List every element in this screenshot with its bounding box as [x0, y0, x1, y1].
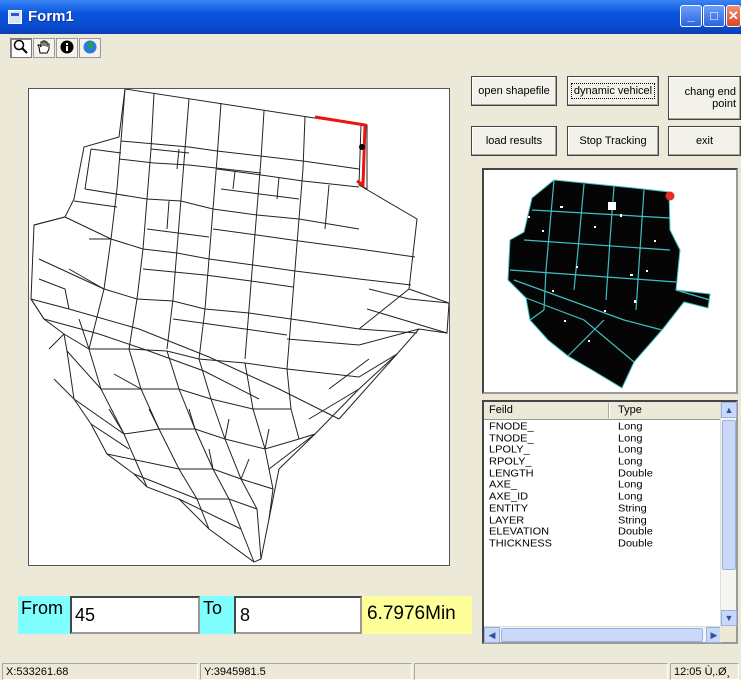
field-name: LPOLY_	[489, 444, 530, 456]
list-item[interactable]: ELEVATION Double	[484, 526, 722, 538]
stop-tracking-button[interactable]: Stop Tracking	[567, 126, 659, 156]
street-network-map	[30, 89, 449, 563]
exit-button[interactable]: exit	[668, 126, 741, 156]
field-type: Long	[618, 479, 643, 491]
field-type: String	[618, 514, 647, 526]
overview-position-marker	[665, 191, 675, 201]
maximize-button[interactable]: □	[703, 5, 725, 27]
field-name: RPOLY_	[489, 456, 532, 468]
to-input[interactable]: 8	[234, 596, 362, 634]
load-results-button[interactable]: load results	[471, 126, 557, 156]
list-item[interactable]: AXE_ Long	[484, 479, 722, 491]
status-x-coordinate: X:533261.68	[2, 663, 198, 680]
field-type: String	[618, 502, 647, 514]
list-item[interactable]: LENGTH Double	[484, 468, 722, 480]
column-header-type[interactable]: Type	[618, 404, 642, 416]
field-name: ENTITY	[489, 502, 529, 514]
status-time: 12:05 Ù‚.Ø¸	[670, 663, 739, 680]
window-title: Form1	[28, 8, 74, 25]
list-item[interactable]: LAYER String	[484, 515, 722, 527]
fields-list[interactable]: Feild Type FNODE_ Long TNODE_ Long LPOLY_ Lon…	[482, 400, 738, 644]
scroll-up-icon[interactable]: ▲	[721, 402, 737, 418]
field-name: TNODE_	[489, 432, 534, 444]
scroll-thumb[interactable]	[722, 420, 736, 570]
zoom-icon[interactable]	[10, 38, 32, 58]
list-item[interactable]: TNODE_ Long	[484, 433, 722, 445]
overview-map-graphic	[507, 179, 711, 389]
list-header: Feild Type	[484, 402, 722, 420]
column-header-field[interactable]: Feild	[489, 404, 513, 416]
field-type: Long	[618, 421, 643, 433]
h-scroll-thumb[interactable]	[501, 628, 703, 642]
from-input[interactable]: 45	[70, 596, 200, 634]
list-item[interactable]: AXE_ID Long	[484, 491, 722, 503]
overview-map[interactable]	[482, 168, 738, 394]
list-item[interactable]: THICKNESS Double	[484, 538, 722, 550]
info-icon[interactable]	[56, 38, 78, 58]
list-rows: FNODE_ Long TNODE_ Long LPOLY_ Long RPOLY_ Long…	[484, 421, 722, 550]
open-shapefile-button[interactable]: open shapefile	[471, 76, 557, 106]
vehicle-marker	[359, 144, 365, 150]
field-name: AXE_	[489, 479, 518, 491]
field-type: Long	[618, 491, 643, 503]
field-type: Double	[618, 467, 653, 479]
route-line	[314, 115, 367, 188]
field-type: Double	[618, 526, 653, 538]
list-item[interactable]: FNODE_ Long	[484, 421, 722, 433]
close-button[interactable]: ✕	[726, 5, 741, 27]
field-name: LENGTH	[489, 467, 534, 479]
field-name: LAYER	[489, 514, 525, 526]
from-label: From	[18, 596, 70, 634]
field-name: AXE_ID	[489, 491, 529, 503]
field-name: THICKNESS	[489, 537, 552, 549]
list-item[interactable]: RPOLY_ Long	[484, 456, 722, 468]
title-bar[interactable]: Form1 _ □ ✕	[0, 0, 741, 34]
change-end-point-button[interactable]: chang end point	[668, 76, 741, 120]
globe-icon[interactable]	[79, 38, 101, 58]
field-name: ELEVATION	[489, 526, 550, 538]
field-name: FNODE_	[489, 421, 534, 433]
to-label: To	[200, 596, 234, 634]
app-icon	[8, 10, 22, 24]
field-type: Long	[618, 444, 643, 456]
scroll-left-icon[interactable]: ◀	[484, 627, 500, 643]
pan-hand-icon[interactable]	[33, 38, 55, 58]
map-view[interactable]	[28, 88, 450, 566]
dynamic-vehicle-button[interactable]: dynamic vehicel	[567, 76, 659, 106]
status-panel-empty	[414, 663, 668, 680]
status-bar: X:533261.68 Y:3945981.5 12:05 Ù‚.Ø¸	[0, 662, 741, 680]
minimize-button[interactable]: _	[680, 5, 702, 27]
list-item[interactable]: LPOLY_ Long	[484, 444, 722, 456]
list-item[interactable]: ENTITY String	[484, 503, 722, 515]
map-toolbar	[10, 38, 102, 60]
field-type: Long	[618, 456, 643, 468]
horizontal-scrollbar[interactable]: ◀ ▶	[484, 626, 722, 643]
status-y-coordinate: Y:3945981.5	[200, 663, 412, 680]
field-type: Double	[618, 537, 653, 549]
vertical-scrollbar[interactable]: ▲ ▼	[720, 402, 737, 626]
scroll-down-icon[interactable]: ▼	[721, 610, 737, 626]
field-type: Long	[618, 432, 643, 444]
travel-time-result: 6.7976Min	[362, 596, 472, 634]
